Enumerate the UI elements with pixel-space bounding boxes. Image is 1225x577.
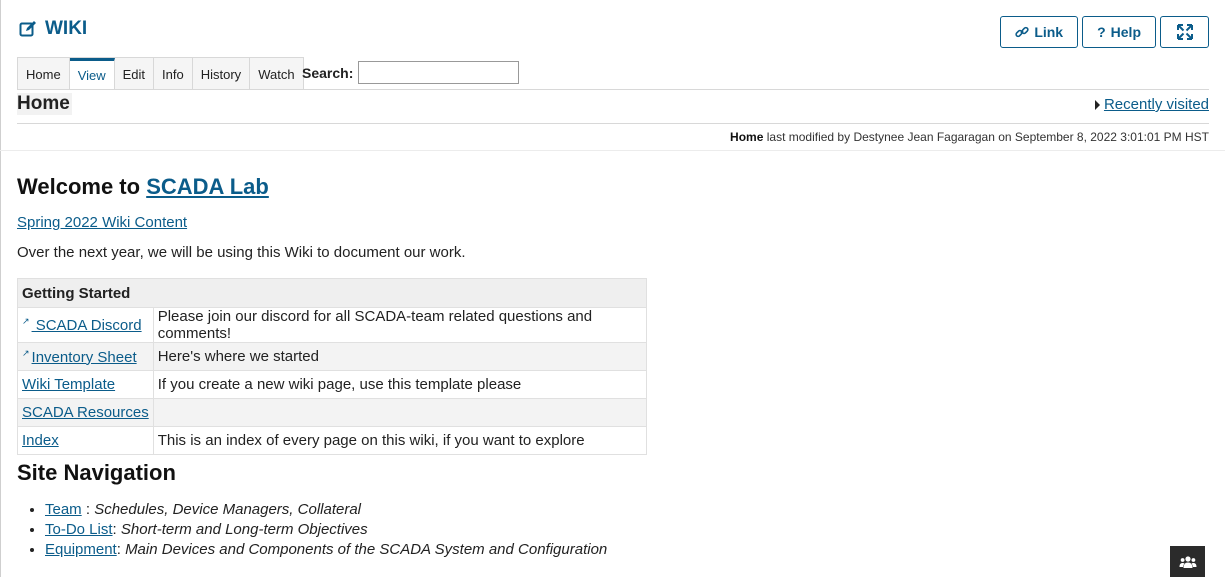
- edit-icon: [19, 21, 36, 37]
- site-navigation-heading: Site Navigation: [17, 460, 176, 485]
- last-modified-info: Home last modified by Destynee Jean Faga…: [730, 130, 1209, 144]
- team-link[interactable]: Team: [45, 501, 82, 518]
- table-cell-link: Wiki Template: [17, 370, 154, 399]
- table-row: Index This is an index of every page on …: [17, 426, 648, 455]
- page-tabs: Home View Edit Info History Watch: [17, 57, 304, 90]
- index-link[interactable]: Index: [22, 432, 59, 449]
- modified-page-name: Home: [730, 130, 764, 144]
- external-link-icon: ↗: [22, 347, 30, 358]
- list-item-desc: Main Devices and Components of the SCADA…: [125, 541, 608, 558]
- scada-lab-link[interactable]: SCADA Lab: [146, 174, 269, 199]
- intro-text: Over the next year, we will be using thi…: [17, 244, 466, 261]
- getting-started-table: Getting Started ↗ SCADA Discord Please j…: [17, 278, 648, 455]
- tab-history[interactable]: History: [193, 58, 251, 90]
- link-icon: [1015, 26, 1029, 38]
- table-cell-desc: This is an index of every page on this w…: [152, 426, 648, 455]
- top-button-group: Link ? Help: [1000, 16, 1209, 48]
- table-row: Wiki Template If you create a new wiki p…: [17, 370, 648, 399]
- scada-resources-link[interactable]: SCADA Resources: [22, 404, 149, 421]
- list-item: Team : Schedules, Device Managers, Colla…: [45, 500, 607, 520]
- wiki-title-text: WIKI: [45, 18, 88, 39]
- table-cell-desc: Please join our discord for all SCADA-te…: [152, 307, 648, 343]
- search-input[interactable]: [358, 61, 520, 84]
- list-item: Equipment: Main Devices and Components o…: [45, 540, 607, 560]
- expand-icon: [1176, 24, 1193, 40]
- equipment-link[interactable]: Equipment: [45, 541, 117, 558]
- people-icon: [1179, 555, 1196, 568]
- tab-watch[interactable]: Watch: [250, 58, 302, 90]
- welcome-prefix: Welcome to: [17, 174, 147, 199]
- list-item-sep: :: [116, 541, 126, 558]
- list-item: To-Do List: Short-term and Long-term Obj…: [45, 520, 607, 540]
- window-border: [0, 0, 1, 577]
- todo-list-link[interactable]: To-Do List: [45, 521, 113, 538]
- tab-info[interactable]: Info: [154, 58, 193, 90]
- link-button[interactable]: Link: [1000, 16, 1079, 48]
- tab-home[interactable]: Home: [18, 58, 70, 90]
- table-cell-desc: [152, 398, 648, 427]
- people-button[interactable]: [1170, 546, 1205, 577]
- expand-button[interactable]: [1160, 16, 1209, 48]
- spring-content: Spring 2022 Wiki Content: [17, 214, 187, 231]
- tab-view[interactable]: View: [69, 58, 115, 90]
- site-navigation-list: Team : Schedules, Device Managers, Colla…: [17, 500, 607, 560]
- help-button-label: Help: [1110, 24, 1141, 40]
- page-title: Home: [17, 93, 72, 115]
- external-link-icon: ↗: [22, 316, 30, 326]
- inventory-sheet-link[interactable]: Inventory Sheet: [32, 349, 137, 366]
- modified-text: last modified by Destynee Jean Fagaragan…: [766, 130, 1209, 144]
- table-cell-link: SCADA Resources: [17, 398, 154, 427]
- list-item-desc: Schedules, Device Managers, Collateral: [94, 501, 362, 518]
- search-label: Search:: [302, 64, 354, 81]
- table-cell-desc: Here's where we started: [152, 342, 648, 371]
- table-cell-desc: If you create a new wiki page, use this …: [152, 370, 648, 399]
- scada-discord-link[interactable]: SCADA Discord: [32, 317, 142, 334]
- table-header: Getting Started: [17, 278, 647, 308]
- welcome-heading: Welcome to SCADA Lab: [17, 174, 269, 200]
- wiki-template-link[interactable]: Wiki Template: [22, 376, 115, 393]
- divider: [17, 123, 1209, 124]
- help-icon: ?: [1097, 24, 1106, 40]
- link-button-label: Link: [1034, 24, 1064, 40]
- help-button[interactable]: ? Help: [1082, 16, 1156, 48]
- caret-right-icon: [1094, 99, 1100, 110]
- wiki-title[interactable]: WIKI: [19, 15, 87, 43]
- table-cell-link: ↗ Inventory Sheet: [17, 342, 154, 371]
- divider: [17, 89, 1209, 90]
- table-row: SCADA Resources: [17, 398, 648, 427]
- table-row: ↗ SCADA Discord Please join our discord …: [17, 307, 648, 343]
- spring-2022-link[interactable]: Spring 2022 Wiki Content: [17, 214, 187, 231]
- table-cell-link: Index: [17, 426, 154, 455]
- divider: [0, 150, 1225, 151]
- list-item-sep: :: [81, 501, 95, 518]
- tab-edit[interactable]: Edit: [115, 58, 155, 90]
- list-item-sep: :: [112, 521, 121, 538]
- list-item-desc: Short-term and Long-term Objectives: [120, 521, 368, 538]
- recently-visited-toggle[interactable]: Recently visited: [1094, 96, 1209, 113]
- search-area: Search:: [302, 61, 520, 84]
- recently-visited-link[interactable]: Recently visited: [1104, 96, 1209, 113]
- table-row: ↗ Inventory Sheet Here's where we started: [17, 342, 648, 371]
- table-cell-link: ↗ SCADA Discord: [17, 307, 154, 343]
